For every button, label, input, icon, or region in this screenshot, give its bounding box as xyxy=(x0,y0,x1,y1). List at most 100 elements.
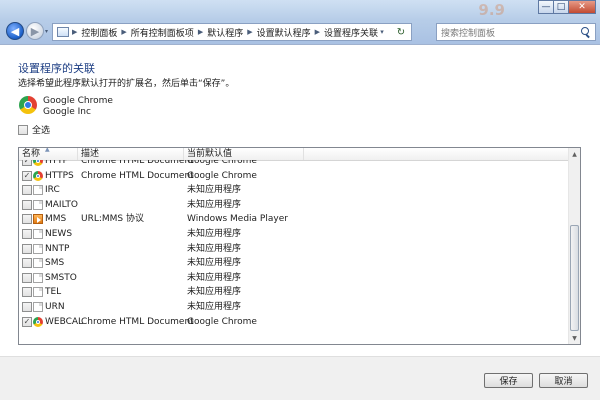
breadcrumb-item[interactable]: 控制面板 xyxy=(81,26,117,39)
scrollbar-thumb[interactable] xyxy=(570,225,579,331)
close-button[interactable]: ✕ xyxy=(568,0,596,14)
row-checkbox[interactable] xyxy=(22,229,32,239)
list-item[interactable]: ✓ HTTPS Chrome HTML Document Google Chrome xyxy=(19,169,570,184)
row-checkbox[interactable] xyxy=(22,214,32,225)
row-checkbox[interactable] xyxy=(22,302,32,312)
forward-arrow-icon: ▶ xyxy=(30,24,40,38)
window-controls: — □ ✕ xyxy=(538,0,596,14)
list-item[interactable]: TEL 未知应用程序 xyxy=(19,285,570,300)
chrome-icon xyxy=(33,170,43,181)
row-checkbox[interactable]: ✓ xyxy=(22,316,32,327)
list-item[interactable]: SMSTO 未知应用程序 xyxy=(19,271,570,286)
page-title: 设置程序的关联 xyxy=(18,62,95,75)
row-description: Chrome HTML Document xyxy=(81,160,194,166)
sort-ascending-icon: ▲ xyxy=(45,147,50,153)
program-vendor: Google Inc xyxy=(43,107,91,117)
select-all-checkbox[interactable] xyxy=(18,124,28,135)
maximize-button[interactable]: □ xyxy=(553,0,569,14)
minimize-button[interactable]: — xyxy=(538,0,554,14)
row-checkbox[interactable] xyxy=(22,287,32,298)
breadcrumb: ▶ 控制面板 ▶ 所有控制面板项 ▶ 默认程序 ▶ 设置默认程序 ▶ 设置程序关… xyxy=(72,26,378,39)
row-default: 未知应用程序 xyxy=(187,229,242,239)
row-checkbox[interactable] xyxy=(22,258,32,269)
breadcrumb-separator-icon[interactable]: ▶ xyxy=(247,28,252,36)
row-default: 未知应用程序 xyxy=(187,185,242,196)
set-program-associations-window: 9.9 — □ ✕ ◀ ▶ ▾ ▶ 控制面板 ▶ 所有控制面板项 ▶ 默认程序 … xyxy=(0,0,600,400)
save-button[interactable]: 保存 xyxy=(484,373,533,388)
list-item[interactable]: URN 未知应用程序 xyxy=(19,300,570,315)
cancel-button[interactable]: 取消 xyxy=(539,373,588,388)
list-item[interactable]: NNTP 未知应用程序 xyxy=(19,242,570,257)
column-header-default[interactable]: 当前默认值 xyxy=(184,148,304,160)
breadcrumb-separator-icon[interactable]: ▶ xyxy=(198,28,203,36)
row-name: MAILTO xyxy=(45,199,78,210)
select-all[interactable]: 全选 xyxy=(18,123,50,136)
breadcrumb-item[interactable]: 默认程序 xyxy=(207,26,243,39)
row-checkbox[interactable] xyxy=(22,243,32,254)
row-default: 未知应用程序 xyxy=(187,287,242,298)
refresh-icon[interactable]: ↻ xyxy=(393,24,409,40)
row-checkbox[interactable] xyxy=(22,272,32,283)
row-name: MMS xyxy=(45,214,67,225)
vertical-scrollbar[interactable]: ▲ ▼ xyxy=(568,148,580,344)
row-default: 未知应用程序 xyxy=(187,272,242,283)
breadcrumb-separator-icon[interactable]: ▶ xyxy=(315,28,320,36)
column-header-description[interactable]: 描述 xyxy=(78,148,184,160)
address-dropdown-icon[interactable]: ▾ xyxy=(373,24,391,40)
list-rows: ✓ HTTP Chrome HTML Document Google Chrom… xyxy=(19,160,570,344)
row-description: URL:MMS 协议 xyxy=(81,214,144,225)
button-bar: 保存 取消 xyxy=(0,356,600,400)
row-default: Google Chrome xyxy=(187,160,257,166)
document-icon xyxy=(33,272,43,283)
row-name: HTTPS xyxy=(45,170,74,181)
row-checkbox[interactable]: ✓ xyxy=(22,170,32,181)
chrome-icon xyxy=(33,316,43,327)
program-name: Google Chrome xyxy=(43,96,113,106)
history-dropdown-icon[interactable]: ▾ xyxy=(45,29,51,35)
row-checkbox[interactable] xyxy=(22,199,32,210)
search-icon[interactable] xyxy=(580,26,592,38)
scroll-down-icon[interactable]: ▼ xyxy=(569,332,580,344)
association-list[interactable]: 名称 ▲ 描述 当前默认值 ✓ HTTP Chrome HTML Documen… xyxy=(18,147,581,345)
list-item[interactable]: IRC 未知应用程序 xyxy=(19,183,570,198)
back-button[interactable]: ◀ xyxy=(6,22,24,40)
back-arrow-icon: ◀ xyxy=(10,24,20,38)
list-item[interactable]: ✓ WEBCAL Chrome HTML Document Google Chrome xyxy=(19,315,570,330)
list-item[interactable]: NEWS 未知应用程序 xyxy=(19,227,570,242)
column-header-name[interactable]: 名称 ▲ xyxy=(19,148,78,160)
list-item[interactable]: ✓ HTTP Chrome HTML Document Google Chrom… xyxy=(19,160,570,169)
background-promo-text: 9.9 xyxy=(478,1,505,19)
row-name: URN xyxy=(45,302,65,312)
document-icon xyxy=(33,199,43,210)
breadcrumb-item[interactable]: 设置默认程序 xyxy=(257,26,311,39)
breadcrumb-separator-icon[interactable]: ▶ xyxy=(72,28,77,36)
row-description: Chrome HTML Document xyxy=(81,316,194,327)
document-icon xyxy=(33,287,43,298)
document-icon xyxy=(33,185,43,196)
list-item[interactable]: MMS URL:MMS 协议 Windows Media Player xyxy=(19,212,570,227)
select-all-label: 全选 xyxy=(32,126,51,136)
content-area: 设置程序的关联 选择希望此程序默认打开的扩展名，然后单击“保存”。 Google… xyxy=(0,44,600,357)
search-box[interactable]: 搜索控制面板 xyxy=(436,23,596,41)
address-bar[interactable]: ▶ 控制面板 ▶ 所有控制面板项 ▶ 默认程序 ▶ 设置默认程序 ▶ 设置程序关… xyxy=(52,23,412,41)
breadcrumb-item[interactable]: 所有控制面板项 xyxy=(131,26,194,39)
search-input[interactable]: 搜索控制面板 xyxy=(441,26,580,39)
row-default: 未知应用程序 xyxy=(187,199,242,210)
row-description: Chrome HTML Document xyxy=(81,170,194,181)
breadcrumb-item[interactable]: 设置程序关联 xyxy=(324,26,378,39)
forward-button[interactable]: ▶ xyxy=(26,22,44,40)
list-item[interactable]: SMS 未知应用程序 xyxy=(19,256,570,271)
row-default: 未知应用程序 xyxy=(187,302,242,312)
row-name: SMS xyxy=(45,258,65,269)
list-item[interactable]: MAILTO 未知应用程序 xyxy=(19,198,570,213)
breadcrumb-separator-icon[interactable]: ▶ xyxy=(121,28,126,36)
chrome-icon xyxy=(19,96,37,114)
column-header-label: 名称 xyxy=(22,149,41,159)
row-name: WEBCAL xyxy=(45,316,84,327)
document-icon xyxy=(33,243,43,254)
row-checkbox[interactable] xyxy=(22,185,32,196)
scroll-up-icon[interactable]: ▲ xyxy=(569,148,580,160)
document-icon xyxy=(33,258,43,269)
row-name: IRC xyxy=(45,185,60,196)
row-checkbox[interactable]: ✓ xyxy=(22,160,32,166)
